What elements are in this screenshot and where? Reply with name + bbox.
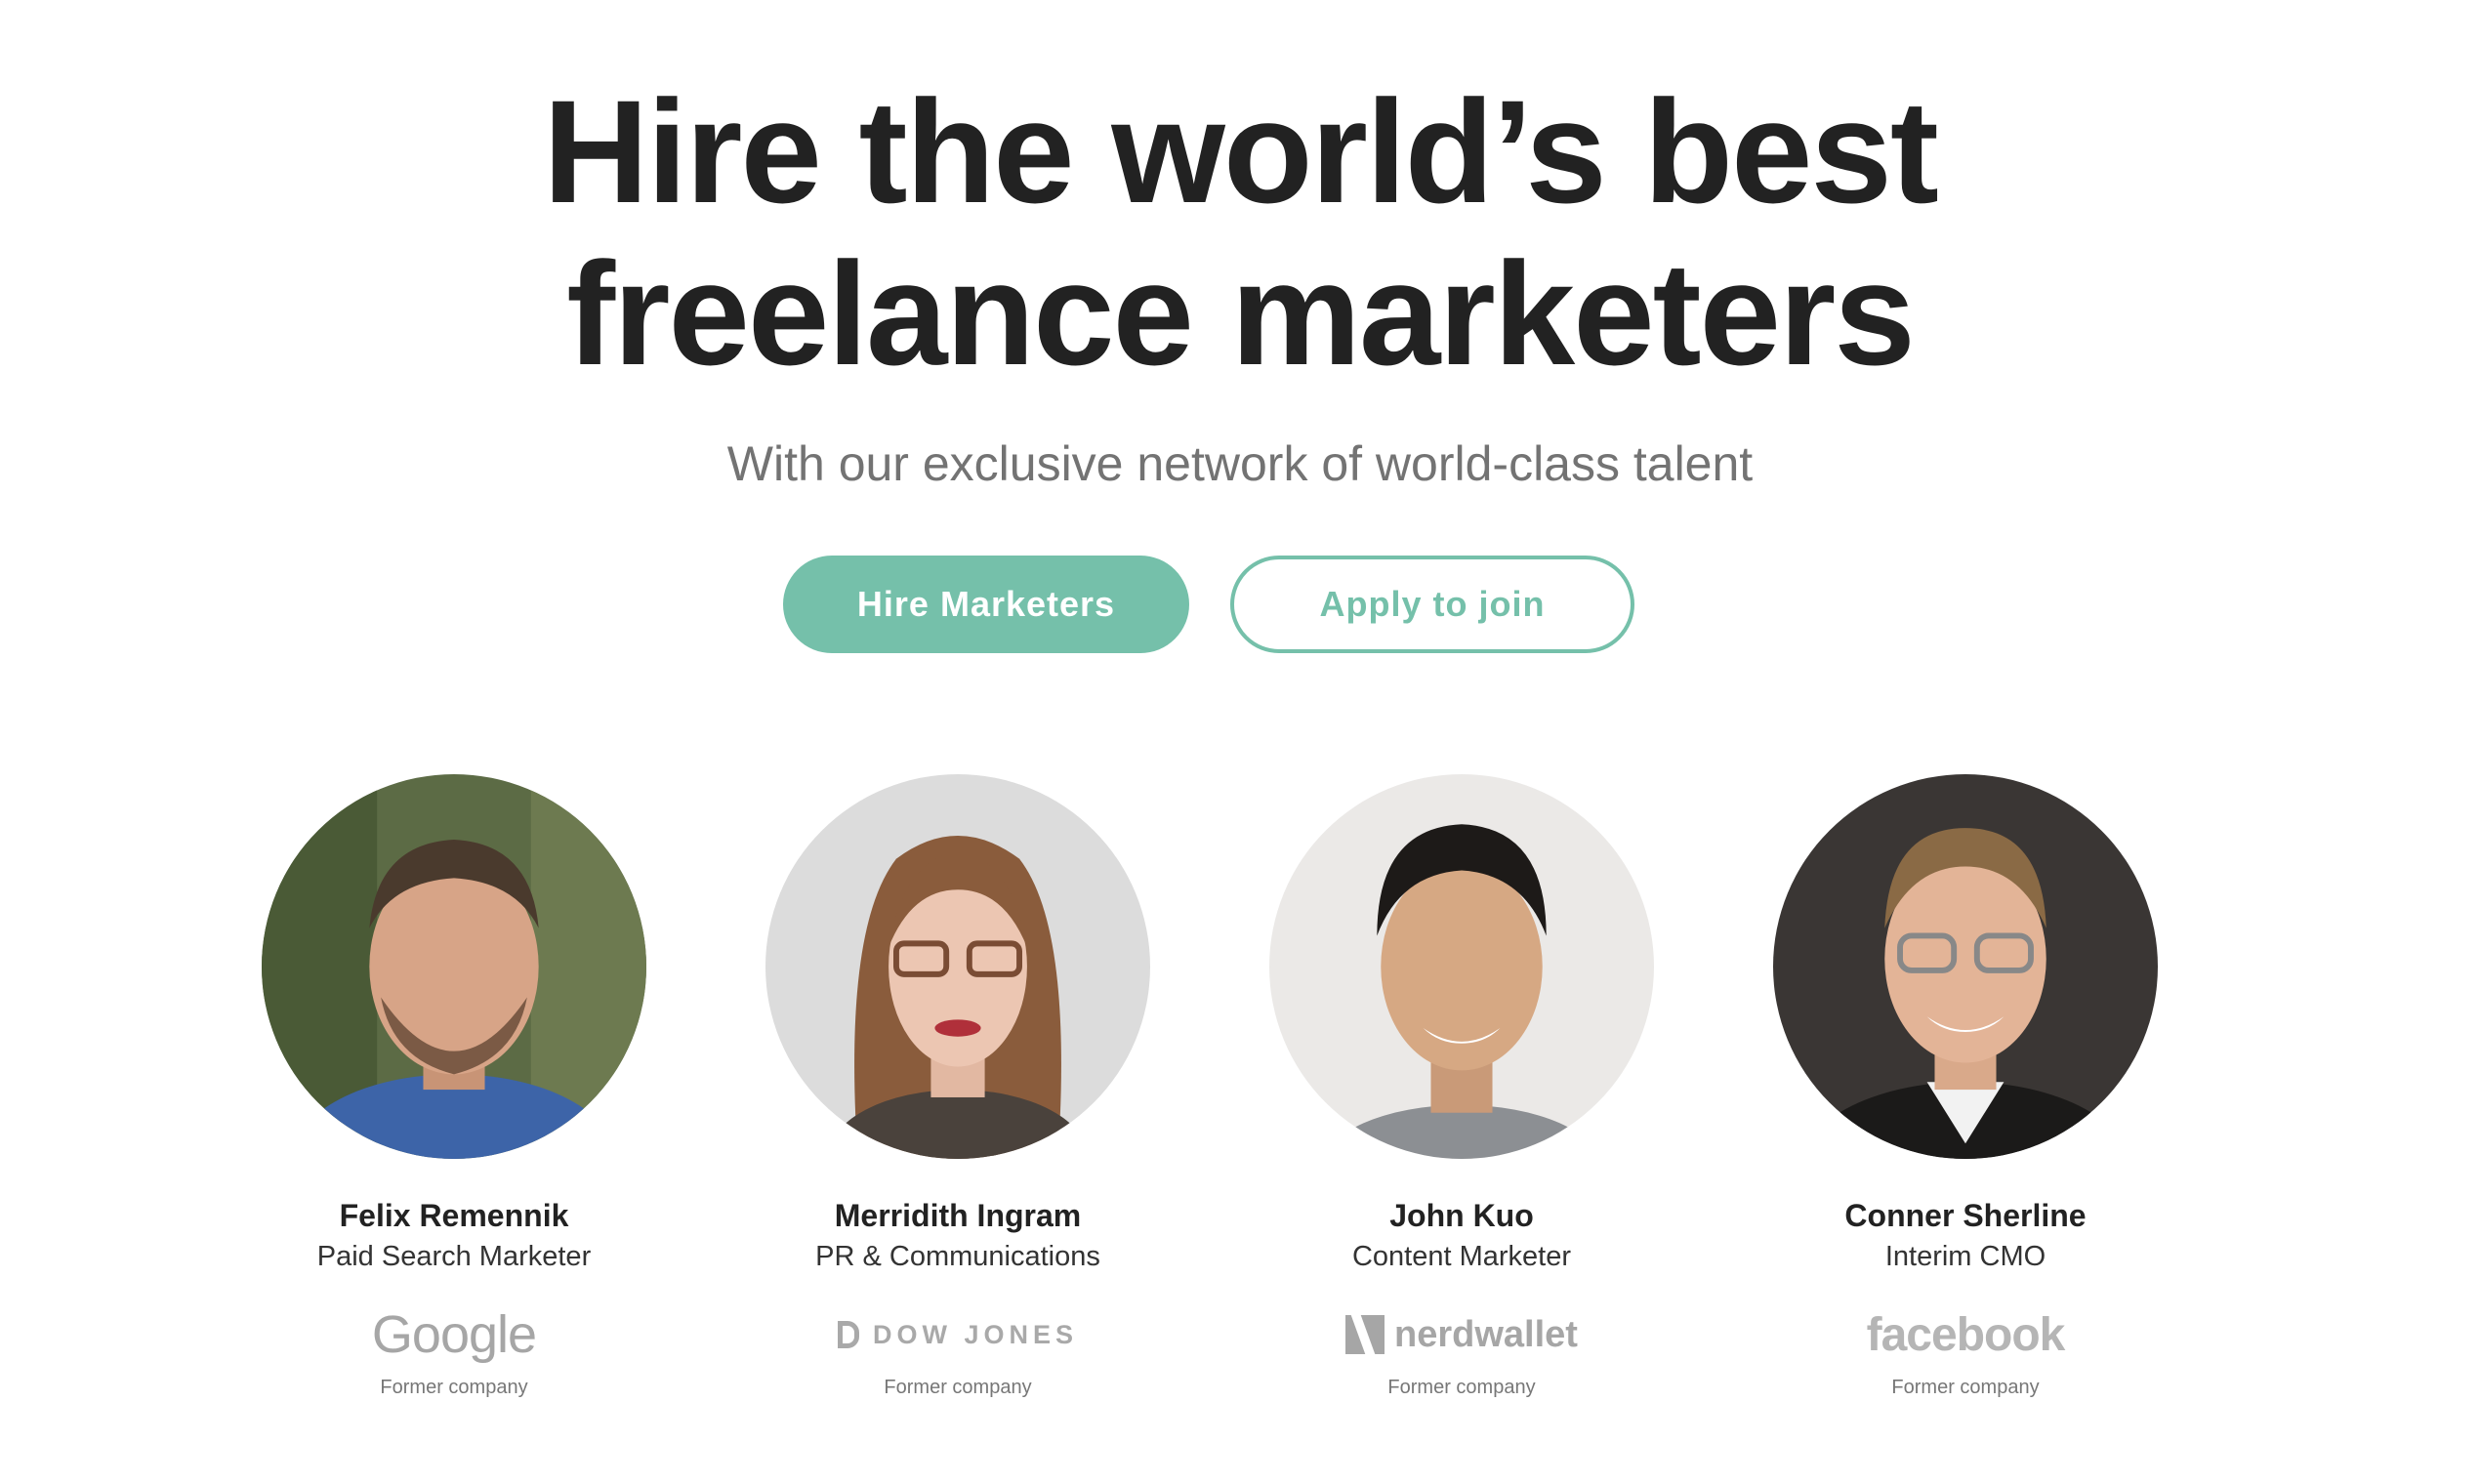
talent-card-conner[interactable]: Conner Sherline Interim CMO facebook For… (1770, 774, 2161, 1401)
former-company-caption: Former company (1387, 1377, 1536, 1398)
talent-name: John Kuo (1389, 1198, 1534, 1233)
headline-line-2: freelance marketers (566, 231, 1916, 395)
hire-marketers-button[interactable]: Hire Marketers (783, 556, 1189, 653)
former-company-caption: Former company (1891, 1377, 2040, 1398)
page-title: Hire the world’s best freelance marketer… (0, 70, 2480, 394)
dow-jones-wordmark: DOW JONES (872, 1319, 1079, 1349)
avatar (1269, 774, 1654, 1159)
talent-name: Conner Sherline (1844, 1198, 2087, 1233)
talent-card-felix[interactable]: Felix Remennik Paid Search Marketer Goog… (259, 774, 649, 1401)
dow-jones-logo: DOW JONES (837, 1319, 1079, 1350)
nerdwallet-mark-icon (1345, 1315, 1385, 1354)
talent-name: Merridith Ingram (834, 1198, 1082, 1233)
talent-card-merridith[interactable]: Merridith Ingram PR & Communications DOW… (763, 774, 1153, 1401)
company-logo-google: Google (259, 1305, 649, 1364)
former-company-caption: Former company (380, 1377, 528, 1398)
google-logo: Google (371, 1305, 537, 1364)
talent-card-john[interactable]: John Kuo Content Marketer nerdwallet For… (1266, 774, 1657, 1401)
subheadline: With our exclusive network of world-clas… (726, 436, 1754, 491)
former-company-caption: Former company (884, 1377, 1032, 1398)
facebook-logo: facebook (1866, 1308, 2066, 1361)
avatar (765, 774, 1150, 1159)
talent-role: Interim CMO (1884, 1241, 2046, 1272)
company-logo-nerdwallet: nerdwallet (1266, 1305, 1657, 1364)
talent-role: Paid Search Marketer (316, 1241, 592, 1272)
headline-line-1: Hire the world’s best (543, 69, 1939, 233)
talent-role: Content Marketer (1351, 1241, 1572, 1272)
company-logo-facebook: facebook (1770, 1305, 2161, 1364)
nerdwallet-wordmark: nerdwallet (1394, 1313, 1578, 1355)
nerdwallet-logo: nerdwallet (1345, 1314, 1578, 1356)
talent-role: PR & Communications (815, 1241, 1100, 1272)
talent-name: Felix Remennik (339, 1198, 569, 1233)
avatar (262, 774, 646, 1159)
avatar (1773, 774, 2158, 1159)
apply-to-join-button[interactable]: Apply to join (1230, 556, 1634, 653)
company-logo-dow-jones: DOW JONES (763, 1305, 1153, 1364)
dow-jones-mark-icon (837, 1321, 859, 1348)
